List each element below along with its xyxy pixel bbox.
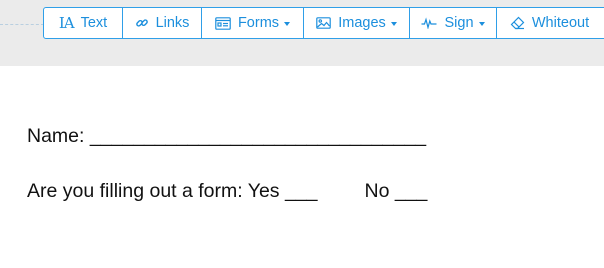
- images-tool-label: Images: [338, 15, 386, 31]
- name-field-line: Name: _______________________________: [27, 125, 427, 147]
- dashed-guide-line: [0, 24, 44, 25]
- image-icon: [316, 17, 332, 29]
- form-question-line: Are you filling out a form: Yes ___ No __…: [27, 180, 427, 203]
- forms-tool-label: Forms: [237, 15, 280, 31]
- signature-icon: [421, 17, 437, 29]
- editor-toolbar: IA Text Links Forms Images Sign Whiteout: [43, 7, 604, 39]
- eraser-icon: [510, 16, 525, 30]
- no-option-text: No ___: [364, 180, 428, 202]
- question-yes-text: Are you filling out a form: Yes ___: [27, 180, 318, 202]
- images-tool-button[interactable]: Images: [304, 8, 410, 38]
- forms-tool-button[interactable]: Forms: [202, 8, 304, 38]
- link-icon: [135, 16, 149, 30]
- whiteout-tool-button[interactable]: Whiteout: [497, 8, 602, 38]
- text-tool-label: Text: [80, 15, 108, 31]
- whiteout-tool-label: Whiteout: [531, 15, 590, 31]
- chevron-down-icon: [390, 22, 397, 26]
- text-tool-button[interactable]: IA Text: [44, 8, 123, 38]
- links-tool-label: Links: [155, 15, 190, 31]
- sign-tool-button[interactable]: Sign: [410, 8, 497, 38]
- form-icon: [215, 16, 231, 30]
- sign-tool-label: Sign: [444, 15, 474, 31]
- links-tool-button[interactable]: Links: [123, 8, 202, 38]
- document-page: Name: _______________________________ Ar…: [0, 66, 604, 268]
- text-cursor-icon: IA: [58, 14, 75, 32]
- chevron-down-icon: [284, 22, 291, 26]
- toolbar-area: IA Text Links Forms Images Sign Whiteout: [0, 0, 604, 66]
- chevron-down-icon: [478, 22, 485, 26]
